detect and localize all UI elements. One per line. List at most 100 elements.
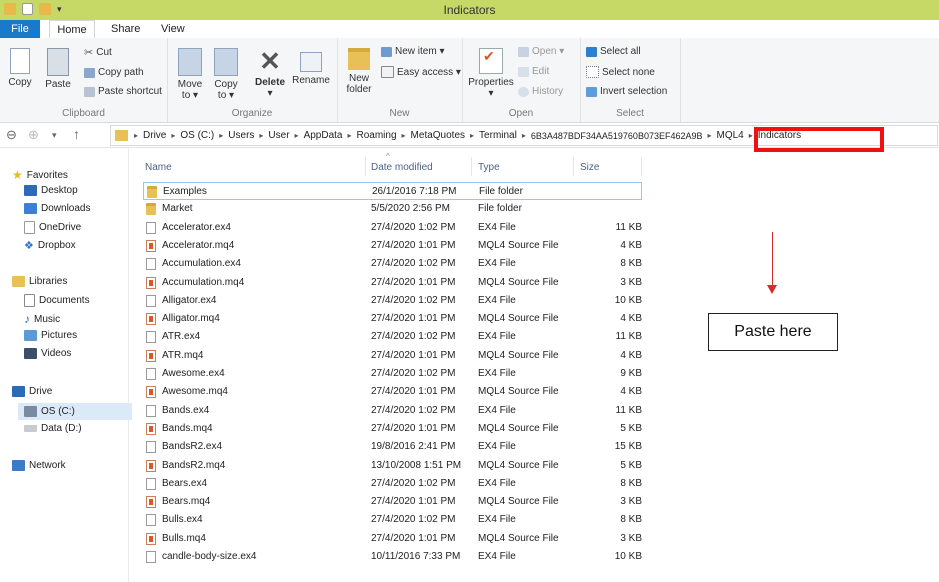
back-arrow-icon[interactable]: ⊖: [6, 127, 17, 143]
share-tab[interactable]: Share: [111, 20, 140, 38]
nav-pictures[interactable]: Pictures: [24, 330, 77, 341]
copy-button[interactable]: Copy: [6, 48, 34, 88]
nav-os-c[interactable]: OS (C:): [18, 403, 132, 420]
table-row[interactable]: Bears.ex4 27/4/2020 1:02 PM EX4 File 8 KB: [143, 475, 642, 493]
file-size: 11 KB: [615, 404, 643, 416]
copy-to-button[interactable]: Copy to ▾: [211, 48, 241, 101]
file-name: Accumulation.ex4: [162, 258, 241, 270]
column-divider[interactable]: [365, 157, 366, 176]
breadcrumb-separator-icon[interactable]: ▸: [345, 131, 353, 140]
breadcrumb-mql4[interactable]: MQL4: [714, 130, 747, 141]
table-row[interactable]: ATR.mq4 27/4/2020 1:01 PM MQL4 Source File…: [143, 347, 642, 365]
breadcrumb-separator-icon[interactable]: ▸: [169, 131, 177, 140]
delete-button[interactable]: ✕ Delete ▾: [253, 48, 287, 99]
table-row[interactable]: Awesome.mq4 27/4/2020 1:01 PM MQL4 Source …: [143, 383, 642, 401]
column-divider[interactable]: [471, 157, 472, 176]
invert-selection-button[interactable]: Invert selection: [586, 86, 667, 97]
column-header-date[interactable]: Date modified: [371, 162, 433, 173]
select-all-button[interactable]: Select all: [586, 46, 641, 57]
table-row[interactable]: Examples 26/1/2016 7:18 PM File folder: [143, 182, 642, 200]
table-row[interactable]: ATR.ex4 27/4/2020 1:02 PM EX4 File 11 KB: [143, 328, 642, 346]
move-to-button[interactable]: Move to ▾: [175, 48, 205, 101]
table-row[interactable]: Bands.ex4 27/4/2020 1:02 PM EX4 File 11 KB: [143, 402, 642, 420]
table-row[interactable]: BandsR2.ex4 19/8/2016 2:41 PM EX4 File 15 K…: [143, 438, 642, 456]
properties-dropdown-arrow[interactable]: ▾: [488, 88, 493, 99]
table-row[interactable]: Alligator.ex4 27/4/2020 1:02 PM EX4 File 10…: [143, 292, 642, 310]
breadcrumb-separator-icon[interactable]: ▸: [400, 131, 408, 140]
breadcrumb-appdata[interactable]: AppData: [301, 130, 346, 141]
table-row[interactable]: Awesome.ex4 27/4/2020 1:02 PM EX4 File 9 KB: [143, 365, 642, 383]
table-row[interactable]: Bulls.ex4 27/4/2020 1:02 PM EX4 File 8 KB: [143, 511, 642, 529]
rename-button[interactable]: Rename: [291, 48, 331, 86]
table-row[interactable]: candle-body-size.ex4 10/11/2016 7:33 PM EX…: [143, 548, 642, 566]
nav-dropbox[interactable]: ❖ Dropbox: [24, 239, 76, 252]
up-arrow-icon[interactable]: ↑: [73, 126, 80, 142]
breadcrumb-terminal[interactable]: Terminal: [476, 130, 520, 141]
nav-drive[interactable]: Drive: [12, 386, 52, 397]
table-row[interactable]: Accumulation.ex4 27/4/2020 1:02 PM EX4 Fil…: [143, 255, 642, 273]
table-row[interactable]: Accelerator.ex4 27/4/2020 1:02 PM EX4 File…: [143, 219, 642, 237]
nav-downloads[interactable]: Downloads: [24, 203, 90, 214]
column-divider[interactable]: [641, 157, 642, 176]
easy-access-button[interactable]: Easy access ▾: [381, 66, 461, 78]
nav-documents-label: Documents: [39, 295, 90, 306]
forward-arrow-icon[interactable]: ⊕: [28, 127, 39, 143]
file-icon: [146, 514, 156, 527]
table-row[interactable]: Accelerator.mq4 27/4/2020 1:01 PM MQL4 Sou…: [143, 237, 642, 255]
nav-network[interactable]: Network: [12, 460, 66, 471]
select-none-button[interactable]: Select none: [586, 66, 655, 78]
paste-shortcut-button[interactable]: Paste shortcut: [84, 86, 162, 97]
properties-button[interactable]: ✔ Properties ▾: [468, 48, 514, 99]
nav-music[interactable]: ♪ Music: [24, 312, 60, 326]
breadcrumb-separator-icon[interactable]: ▸: [706, 131, 714, 140]
breadcrumb-separator-icon[interactable]: ▸: [520, 131, 528, 140]
open-button[interactable]: Open ▾: [518, 46, 564, 57]
nav-data-d[interactable]: Data (D:): [24, 423, 82, 434]
breadcrumb-metaquotes[interactable]: MetaQuotes: [408, 130, 468, 141]
cut-button[interactable]: ✂ Cut: [84, 46, 112, 59]
nav-videos[interactable]: Videos: [24, 348, 71, 359]
table-row[interactable]: Alligator.mq4 27/4/2020 1:01 PM MQL4 Sourc…: [143, 310, 642, 328]
breadcrumb-separator-icon[interactable]: ▸: [468, 131, 476, 140]
file-tab[interactable]: File: [0, 20, 40, 38]
file-name: Alligator.ex4: [162, 294, 217, 306]
home-tab[interactable]: Home: [49, 20, 95, 40]
recent-locations-chevron-icon[interactable]: ▾: [52, 130, 57, 141]
new-folder-button[interactable]: New folder: [343, 48, 375, 95]
breadcrumb-separator-icon[interactable]: ▸: [257, 131, 265, 140]
delete-dropdown-arrow[interactable]: ▾: [267, 88, 272, 99]
clipboard-group: Copy Paste ✂ Cut Copy path Paste shortcu…: [0, 38, 168, 122]
column-header-type[interactable]: Type: [478, 162, 500, 173]
nav-favorites[interactable]: ★ Favorites: [12, 168, 68, 182]
nav-desktop[interactable]: Desktop: [24, 185, 78, 196]
file-name: Awesome.ex4: [162, 368, 225, 379]
history-button[interactable]: History: [518, 86, 563, 97]
table-row[interactable]: BandsR2.mq4 13/10/2008 1:51 PM MQL4 Source…: [143, 457, 642, 475]
column-header-size[interactable]: Size: [580, 162, 599, 173]
nav-onedrive[interactable]: OneDrive: [24, 221, 81, 234]
breadcrumb-separator-icon[interactable]: ▸: [293, 131, 301, 140]
breadcrumb-separator-icon[interactable]: ▸: [217, 131, 225, 140]
view-tab[interactable]: View: [161, 20, 185, 38]
column-divider[interactable]: [573, 157, 574, 176]
breadcrumb-separator-icon[interactable]: ▸: [132, 131, 140, 140]
breadcrumb-terminal-id[interactable]: 6B3A487BDF34AA519760B073EF462A9B: [528, 131, 706, 141]
breadcrumb-os-c[interactable]: OS (C:): [177, 130, 217, 141]
table-row[interactable]: Bulls.mq4 27/4/2020 1:01 PM MQL4 Source Fi…: [143, 530, 642, 548]
new-item-button[interactable]: New item ▾: [381, 46, 444, 57]
edit-button[interactable]: Edit: [518, 66, 549, 77]
nav-documents[interactable]: Documents: [24, 294, 90, 307]
nav-libraries[interactable]: Libraries: [12, 276, 67, 287]
paste-button[interactable]: Paste: [43, 48, 73, 90]
table-row[interactable]: Bears.mq4 27/4/2020 1:01 PM MQL4 Source Fi…: [143, 493, 642, 511]
breadcrumb-roaming[interactable]: Roaming: [354, 130, 400, 141]
select-none-icon: [586, 66, 599, 78]
table-row[interactable]: Bands.mq4 27/4/2020 1:01 PM MQL4 Source Fi…: [143, 420, 642, 438]
table-row[interactable]: Market 5/5/2020 2:56 PM File folder: [143, 200, 642, 218]
table-row[interactable]: Accumulation.mq4 27/4/2020 1:01 PM MQL4 So…: [143, 274, 642, 292]
copy-path-button[interactable]: Copy path: [84, 67, 144, 78]
breadcrumb-user[interactable]: User: [265, 130, 292, 141]
breadcrumb-drive[interactable]: Drive: [140, 130, 169, 141]
column-header-name[interactable]: Name: [145, 162, 172, 173]
breadcrumb-users[interactable]: Users: [225, 130, 257, 141]
